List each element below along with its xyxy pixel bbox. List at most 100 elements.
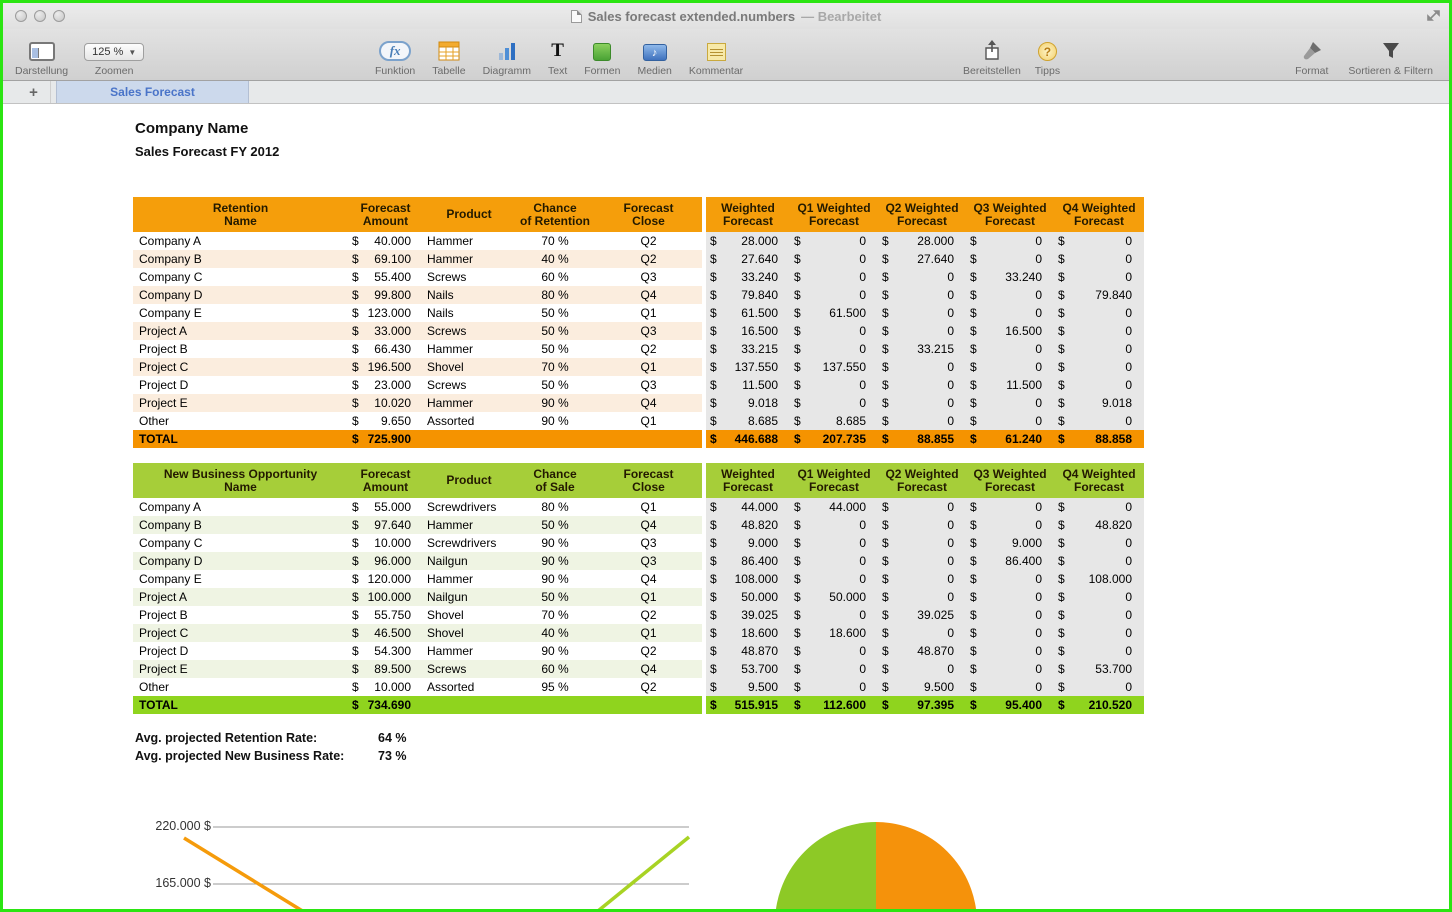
column-header[interactable]: Forecast Close [595,463,702,498]
cell-product[interactable]: Hammer [423,250,515,268]
cell-name[interactable]: Company C [133,268,348,286]
cell-money[interactable]: $196.500 [348,358,423,376]
cell-close[interactable]: Q2 [595,232,702,250]
cell-money[interactable]: $0 [1054,412,1144,430]
cell-chance[interactable]: 90 % [515,552,595,570]
cell-product[interactable]: Shovel [423,606,515,624]
cell-name[interactable]: Company A [133,498,348,516]
cell-name[interactable]: Project D [133,376,348,394]
column-header[interactable]: Chance of Sale [515,463,595,498]
cell-money[interactable]: $44.000 [706,498,790,516]
table-row[interactable]: Project B$66.430Hammer50 %Q2$33.215$0$33… [133,340,1144,358]
cell-money[interactable]: $0 [878,358,966,376]
cell-close[interactable]: Q3 [595,376,702,394]
zoom-dropdown[interactable]: 125 % ▼ [84,43,144,61]
table-row[interactable]: Company B$97.640Hammer50 %Q4$48.820$0$0$… [133,516,1144,534]
cell-money[interactable]: $10.000 [348,678,423,696]
cell-name[interactable]: Company A [133,232,348,250]
cell-money[interactable]: $0 [966,358,1054,376]
cell-money[interactable]: $11.500 [706,376,790,394]
cell-money[interactable]: $16.500 [966,322,1054,340]
cell-product[interactable]: Shovel [423,358,515,376]
cell-money[interactable]: $100.000 [348,588,423,606]
cell-chance[interactable]: 70 % [515,358,595,376]
line-series-new-business[interactable] [593,837,689,909]
cell-product[interactable]: Assorted [423,678,515,696]
cell-money[interactable]: $0 [878,376,966,394]
cell-money[interactable]: $33.240 [706,268,790,286]
cell-chance[interactable]: 40 % [515,624,595,642]
cell-money[interactable]: $40.000 [348,232,423,250]
cell-money[interactable]: $0 [790,340,878,358]
cell-name[interactable]: TOTAL [133,430,348,448]
table-row[interactable]: Project C$46.500Shovel40 %Q1$18.600$18.6… [133,624,1144,642]
cell-money[interactable]: $0 [966,588,1054,606]
sort-filter-button[interactable]: Sortieren & Filtern [1348,32,1433,80]
cell-product[interactable]: Screws [423,268,515,286]
cell-money[interactable]: $99.800 [348,286,423,304]
cell-product[interactable]: Nails [423,304,515,322]
table-row[interactable]: Company D$99.800Nails80 %Q4$79.840$0$0$0… [133,286,1144,304]
column-header[interactable]: Q1 Weighted Forecast [790,197,878,232]
column-header[interactable]: Chance of Retention [515,197,595,232]
cell-money[interactable]: $50.000 [790,588,878,606]
minimize-button[interactable] [34,10,46,22]
cell-close[interactable]: Q3 [595,552,702,570]
cell-money[interactable]: $108.000 [1054,570,1144,588]
cell-close[interactable]: Q3 [595,534,702,552]
cell-close[interactable]: Q1 [595,588,702,606]
cell-money[interactable]: $0 [1054,498,1144,516]
cell-product[interactable]: Nails [423,286,515,304]
cell-money[interactable]: $53.700 [1054,660,1144,678]
table-row[interactable]: Project E$10.020Hammer90 %Q4$9.018$0$0$0… [133,394,1144,412]
cell-product[interactable]: Screws [423,660,515,678]
stat-retention-rate[interactable]: Avg. projected Retention Rate:64 % [135,729,407,747]
cell-close[interactable]: Q2 [595,678,702,696]
cell-name[interactable]: Project B [133,606,348,624]
cell-money[interactable]: $112.600 [790,696,878,714]
cell-close[interactable]: Q3 [595,268,702,286]
cell-product[interactable]: Screwdrivers [423,498,515,516]
cell-name[interactable]: Project B [133,340,348,358]
cell-money[interactable]: $0 [1054,678,1144,696]
cell-money[interactable]: $734.690 [348,696,423,714]
cell-money[interactable]: $0 [966,570,1054,588]
cell-product[interactable]: Hammer [423,394,515,412]
table-row[interactable]: Other$9.650Assorted90 %Q1$8.685$8.685$0$… [133,412,1144,430]
cell-money[interactable]: $8.685 [790,412,878,430]
cell-money[interactable]: $48.870 [878,642,966,660]
cell-money[interactable]: $96.000 [348,552,423,570]
cell-money[interactable]: $0 [966,304,1054,322]
cell-name[interactable]: Project C [133,624,348,642]
cell-money[interactable]: $0 [966,340,1054,358]
cell-money[interactable]: $27.640 [706,250,790,268]
column-header[interactable]: Weighted Forecast [706,463,790,498]
pie-chart[interactable] [775,822,977,909]
cell-money[interactable]: $44.000 [790,498,878,516]
cell-money[interactable]: $48.820 [1054,516,1144,534]
cell-close[interactable]: Q2 [595,642,702,660]
cell-close[interactable]: Q1 [595,358,702,376]
table-row[interactable]: Company A$55.000Screwdrivers80 %Q1$44.00… [133,498,1144,516]
cell-chance[interactable]: 90 % [515,642,595,660]
cell-name[interactable]: Project A [133,588,348,606]
cell-money[interactable]: $0 [790,394,878,412]
column-header[interactable]: Q4 Weighted Forecast [1054,463,1144,498]
cell-product[interactable]: Assorted [423,412,515,430]
cell-money[interactable]: $9.650 [348,412,423,430]
cell-money[interactable]: $0 [1054,606,1144,624]
cell-name[interactable]: Project A [133,322,348,340]
line-series-retention[interactable] [184,838,309,909]
cell-money[interactable]: $0 [1054,376,1144,394]
cell-chance[interactable] [515,430,595,448]
cell-money[interactable]: $10.000 [348,534,423,552]
column-header[interactable]: Q1 Weighted Forecast [790,463,878,498]
cell-money[interactable]: $0 [878,322,966,340]
cell-money[interactable]: $0 [790,678,878,696]
cell-money[interactable]: $0 [1054,232,1144,250]
text-button[interactable]: T Text [548,32,567,80]
cell-money[interactable]: $0 [966,412,1054,430]
cell-money[interactable]: $0 [1054,250,1144,268]
sheet-subtitle-text[interactable]: Sales Forecast FY 2012 [135,144,279,159]
cell-money[interactable]: $0 [878,588,966,606]
